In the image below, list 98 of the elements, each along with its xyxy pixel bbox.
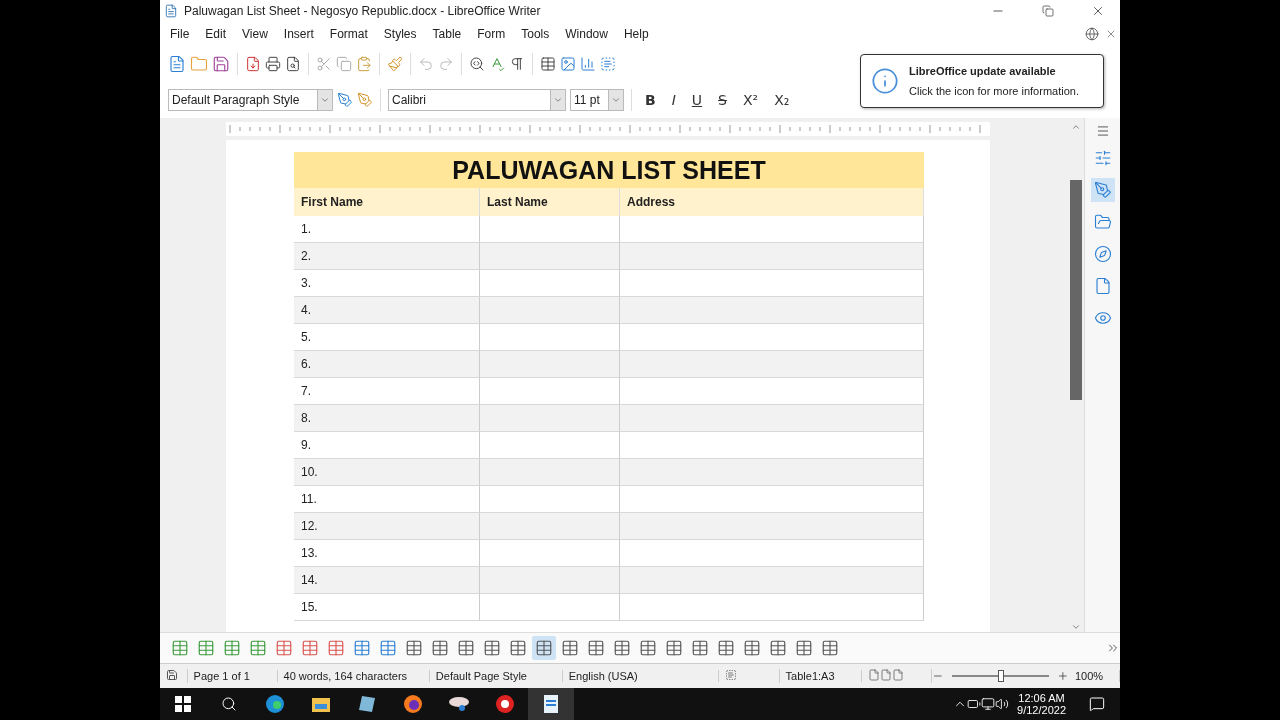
table-cell: 8. (294, 405, 480, 432)
table-cell: 12. (294, 513, 480, 540)
notification-message: Click the icon for more information. (909, 85, 1079, 97)
folder-icon[interactable] (190, 55, 208, 73)
zoom-slider[interactable] (951, 669, 1050, 683)
column-header: First Name (294, 188, 480, 216)
format-button[interactable]: I (665, 90, 682, 110)
table-cell: 9. (294, 432, 480, 459)
menu-item[interactable]: File (162, 25, 198, 43)
save-icon[interactable] (212, 55, 230, 73)
scroll-down-icon[interactable] (1071, 622, 1081, 632)
table-cell: 4. (294, 297, 480, 324)
menu-item[interactable]: Styles (375, 25, 425, 43)
info-icon (871, 67, 899, 95)
document-icon (164, 4, 178, 18)
table-cell: 10. (294, 459, 480, 486)
scrollbar-thumb[interactable] (1070, 180, 1082, 400)
font-size-dropdown[interactable]: 11 pt (570, 89, 624, 111)
folder-taskbar-icon[interactable] (311, 695, 331, 713)
window-title: Paluwagan List Sheet - Negosyo Republic.docx - LibreOffice Writer (184, 4, 542, 18)
table-cell: 6. (294, 351, 480, 378)
table-cell: 3. (294, 270, 480, 297)
table-cell-reference: Table1:A3 (779, 670, 862, 682)
clock-time: 12:06 AM (1018, 692, 1065, 704)
menu-item[interactable]: Insert (275, 25, 322, 43)
formatting-marks-icon[interactable] (509, 56, 525, 72)
paragraph-style-dropdown[interactable]: Default Paragraph Style (168, 89, 333, 111)
zoom-thumb[interactable] (997, 670, 1004, 682)
update-style-icon[interactable] (337, 92, 353, 108)
image-icon[interactable] (560, 56, 576, 72)
new-document-icon[interactable] (168, 55, 186, 73)
print-preview-icon[interactable] (285, 56, 301, 72)
chart-icon[interactable] (580, 56, 596, 72)
page-style: Default Page Style (429, 670, 563, 682)
globe-icon[interactable] (1085, 27, 1099, 41)
format-button[interactable]: X₂ (768, 90, 796, 110)
notification-center-icon[interactable] (1089, 696, 1105, 712)
volume-icon[interactable] (995, 697, 1010, 711)
active-taskbar-button[interactable] (528, 688, 574, 720)
menu-item[interactable]: Form (469, 25, 514, 43)
windows-start-icon[interactable] (175, 696, 191, 712)
column-header: Last Name (480, 188, 620, 216)
menu-item[interactable]: View (234, 25, 276, 43)
clock-date: 9/12/2022 (1017, 704, 1066, 716)
book-view-icon[interactable] (891, 669, 904, 681)
zoom-level: 100% (1069, 670, 1120, 682)
format-button[interactable]: B (639, 90, 662, 110)
format-button[interactable]: U (685, 90, 709, 110)
table-cell: 1. (294, 216, 480, 243)
search-icon[interactable] (221, 696, 237, 712)
zoom-in-icon[interactable] (1057, 670, 1069, 682)
close-icon[interactable] (1091, 4, 1105, 18)
column-header: Address (620, 188, 924, 216)
word-count: 40 words, 164 characters (277, 670, 430, 682)
battery-icon[interactable] (967, 697, 982, 711)
notification-title: LibreOffice update available (909, 65, 1057, 77)
format-button[interactable]: X² (736, 90, 765, 110)
table-cell: 7. (294, 378, 480, 405)
notepad-taskbar-icon[interactable] (358, 694, 376, 714)
pdf-export-icon[interactable] (245, 56, 261, 72)
find-replace-icon[interactable] (469, 56, 485, 72)
menu-item[interactable]: Edit (197, 25, 235, 43)
page-count: Page 1 of 1 (187, 670, 278, 682)
close-icon[interactable] (1105, 28, 1117, 40)
new-style-icon[interactable] (357, 92, 373, 108)
table-cell: 2. (294, 243, 480, 270)
table-cell: 14. (294, 567, 480, 594)
menu-item[interactable]: Tools (513, 25, 558, 43)
table-cell: 11. (294, 486, 480, 513)
format-button[interactable]: S (712, 90, 733, 110)
clone-formatting-icon[interactable] (387, 56, 403, 72)
table-cell: 13. (294, 540, 480, 567)
multi-page-icon[interactable] (879, 669, 892, 681)
restore-icon[interactable] (1042, 5, 1054, 17)
selection-mode-icon[interactable] (724, 669, 737, 681)
writer-taskbar-icon[interactable] (543, 694, 559, 714)
scroll-up-icon[interactable] (1071, 122, 1081, 132)
menu-item[interactable]: Table (424, 25, 470, 43)
save-status-icon (166, 669, 178, 681)
menu-item[interactable]: Format (321, 25, 376, 43)
network-icon[interactable] (981, 697, 996, 711)
browser-taskbar-icon[interactable] (265, 694, 285, 714)
table-title: PALUWAGAN LIST SHEET (294, 152, 924, 188)
paste-icon[interactable] (356, 56, 372, 72)
table-icon[interactable] (540, 56, 556, 72)
table-cell: 5. (294, 324, 480, 351)
single-page-icon[interactable] (867, 669, 880, 681)
more-icon[interactable] (1106, 641, 1120, 655)
text-box-icon[interactable] (600, 56, 616, 72)
recorder-taskbar-icon[interactable] (495, 694, 515, 714)
cut-icon[interactable] (316, 56, 332, 72)
menu-icon[interactable] (1095, 124, 1110, 138)
language: English (USA) (562, 670, 719, 682)
print-icon[interactable] (265, 56, 281, 72)
table-cell: 15. (294, 594, 480, 621)
menu-item[interactable]: Help (615, 25, 657, 43)
menu-item[interactable]: Window (557, 25, 616, 43)
font-name-dropdown[interactable]: Calibri (388, 89, 566, 111)
